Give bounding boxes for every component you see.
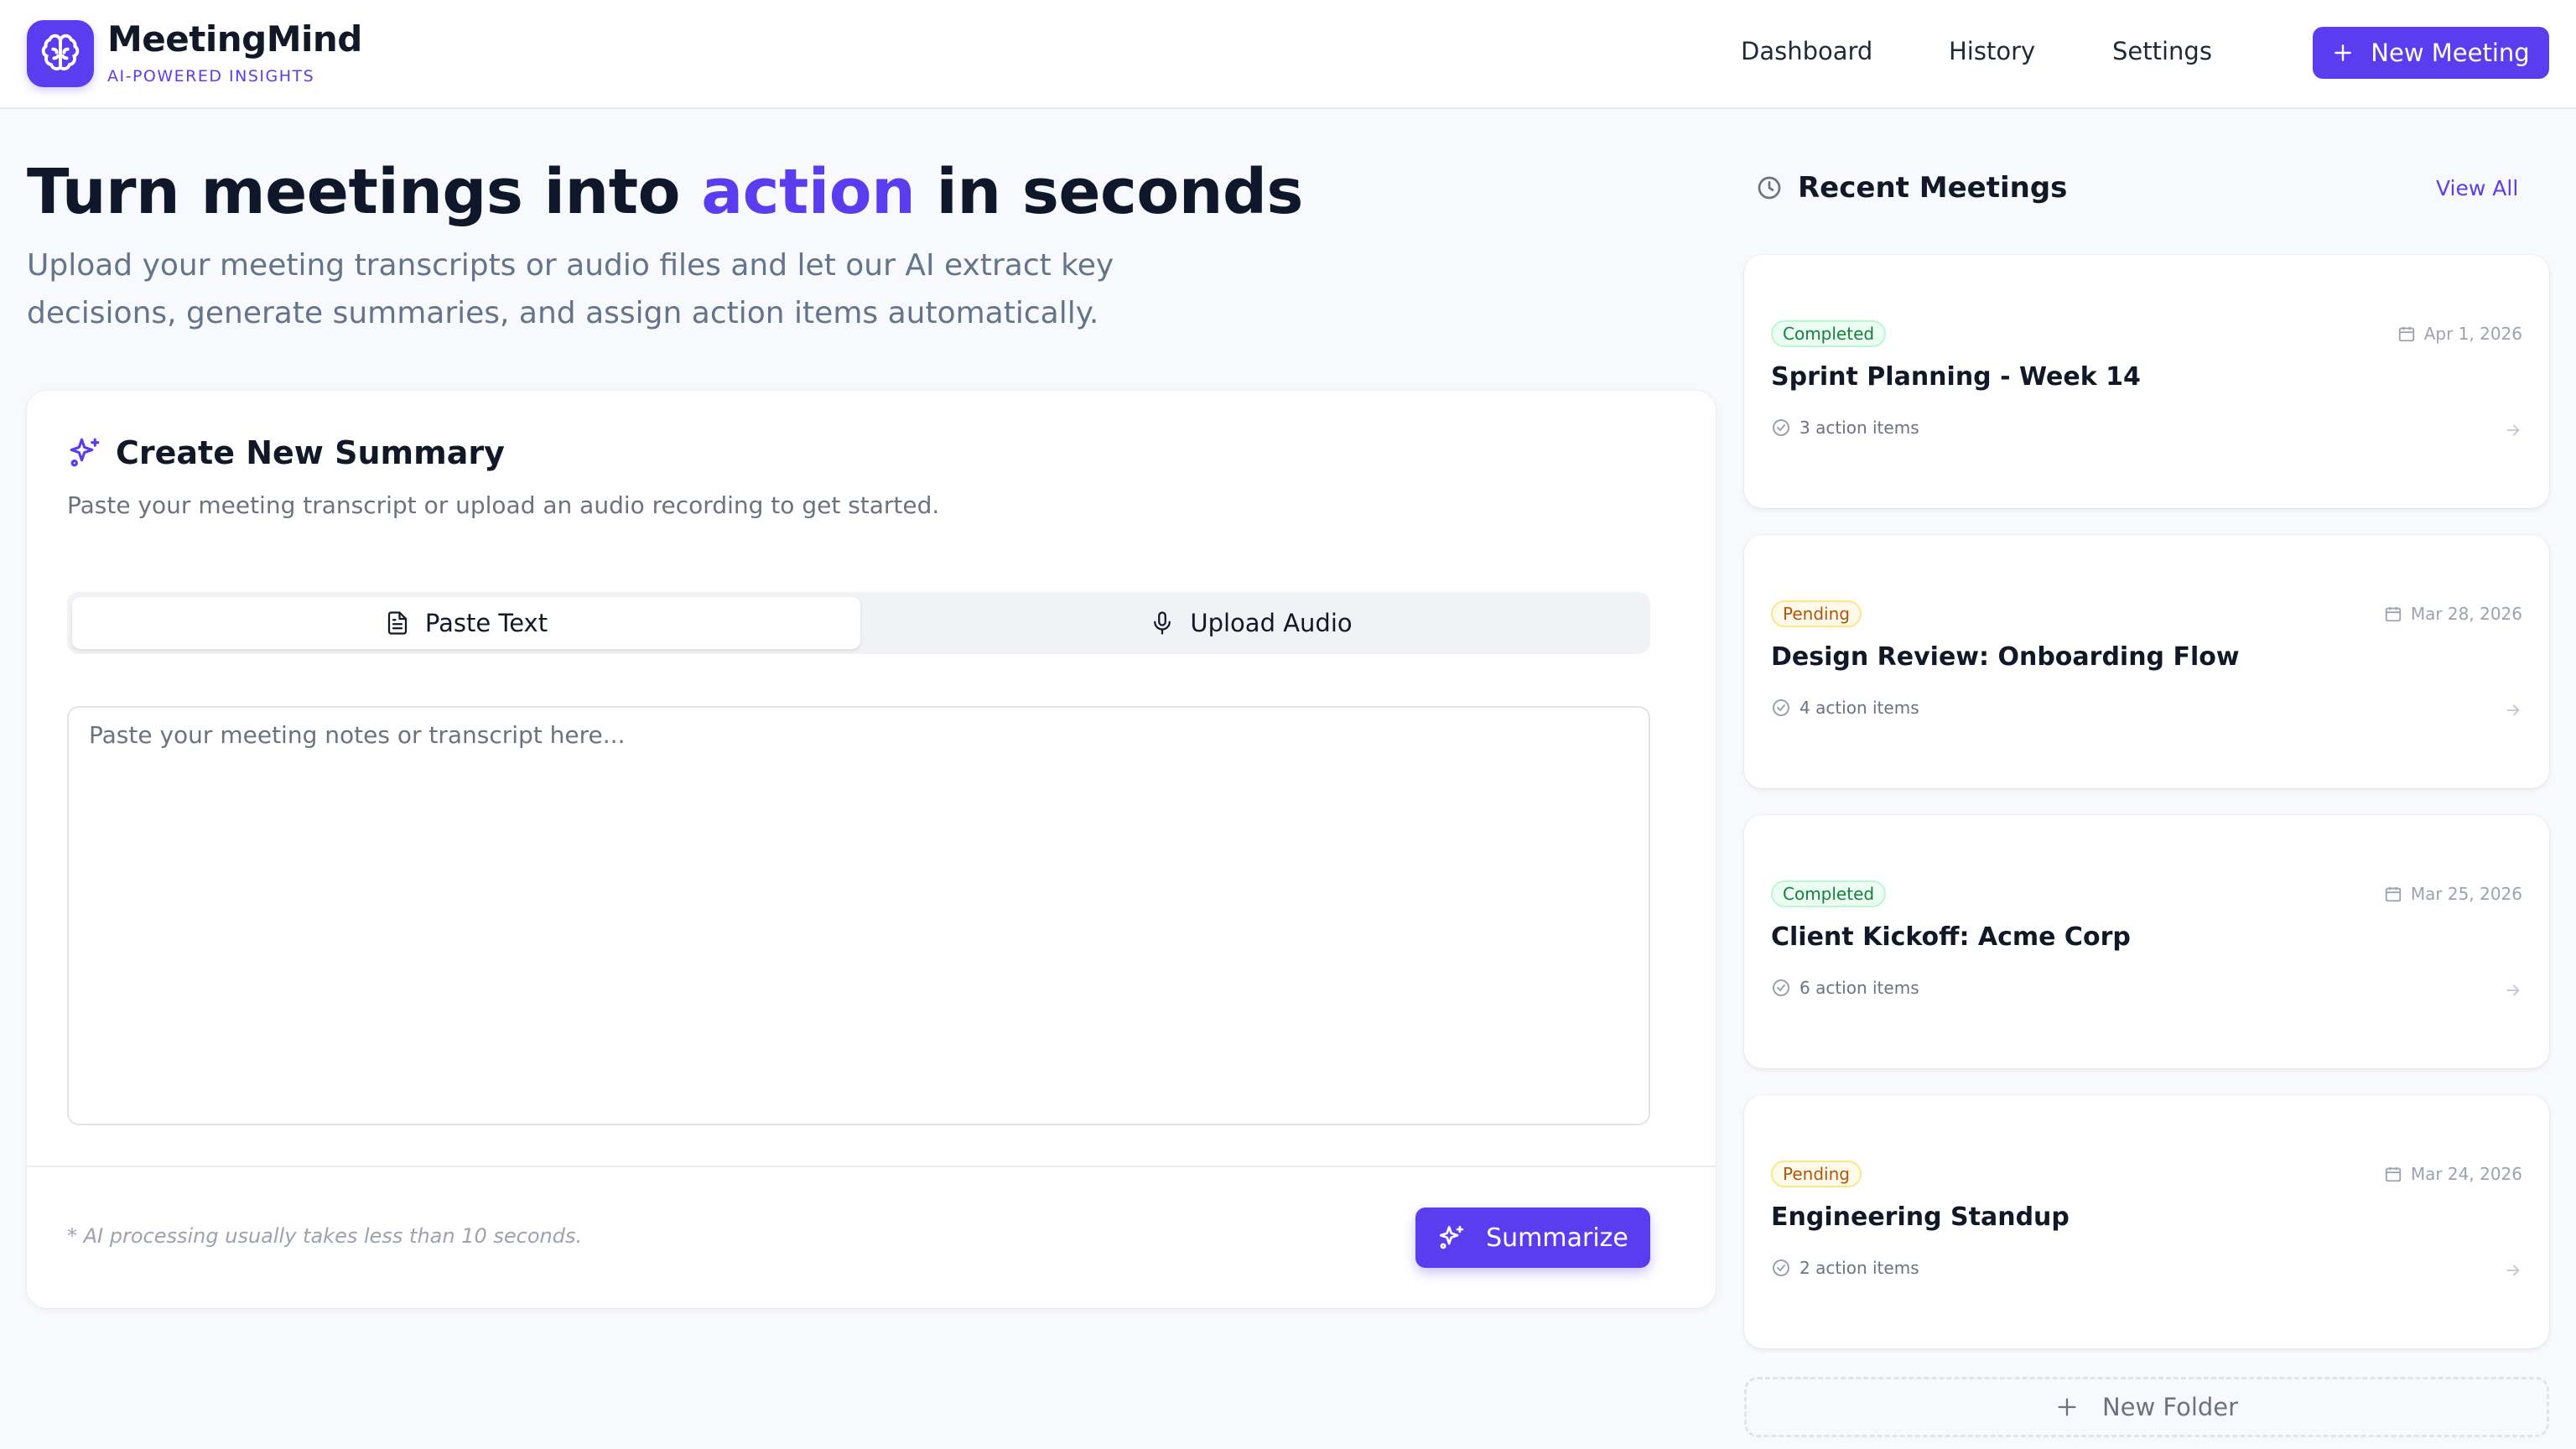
check-circle-icon bbox=[1771, 418, 1791, 438]
action-items-count: 2 action items bbox=[1771, 1258, 1919, 1278]
sparkles-icon bbox=[1437, 1223, 1466, 1252]
recent-meetings-title: Recent Meetings bbox=[1798, 171, 2068, 205]
sparkles-icon bbox=[67, 435, 102, 470]
meeting-title: Sprint Planning - Week 14 bbox=[1771, 362, 2141, 392]
tab-upload-audio[interactable]: Upload Audio bbox=[857, 597, 1645, 649]
action-items-count: 6 action items bbox=[1771, 978, 1919, 998]
calendar-icon bbox=[2384, 1165, 2402, 1183]
check-circle-icon bbox=[1771, 978, 1791, 998]
status-badge: Pending bbox=[1771, 600, 1862, 627]
new-folder-label: New Folder bbox=[2101, 1393, 2239, 1421]
meeting-title: Engineering Standup bbox=[1771, 1202, 2070, 1232]
recent-meetings-header: Recent Meetings bbox=[1756, 171, 2067, 205]
hero-title: Turn meetings into action in seconds bbox=[27, 156, 1303, 228]
meeting-date-text: Mar 28, 2026 bbox=[2410, 604, 2522, 624]
meeting-title: Design Review: Onboarding Flow bbox=[1771, 642, 2240, 672]
action-items-text: 4 action items bbox=[1800, 698, 1919, 718]
action-items-text: 3 action items bbox=[1800, 418, 1919, 438]
meeting-title: Client Kickoff: Acme Corp bbox=[1771, 922, 2131, 952]
transcript-input[interactable] bbox=[67, 706, 1650, 1125]
top-header: MeetingMind AI-POWERED INSIGHTS Dashboar… bbox=[0, 0, 2576, 109]
card-header: Create New Summary bbox=[67, 434, 505, 471]
calendar-icon bbox=[2384, 885, 2402, 903]
meeting-card[interactable]: Pending Mar 24, 2026 Engineering Standup… bbox=[1744, 1095, 2549, 1348]
clock-icon bbox=[1756, 174, 1783, 201]
meeting-date-text: Mar 25, 2026 bbox=[2410, 884, 2522, 904]
microphone-icon bbox=[1150, 610, 1175, 636]
hero-title-accent: action bbox=[701, 156, 916, 228]
card-title: Create New Summary bbox=[116, 434, 505, 471]
plus-icon bbox=[2332, 42, 2354, 64]
status-badge: Completed bbox=[1771, 880, 1887, 907]
meeting-card[interactable]: Pending Mar 28, 2026 Design Review: Onbo… bbox=[1744, 535, 2549, 788]
hero-subtitle: Upload your meeting transcripts or audio… bbox=[27, 248, 1114, 330]
arrow-right-icon bbox=[2504, 701, 2522, 719]
nav-dashboard[interactable]: Dashboard bbox=[1741, 37, 1872, 65]
create-summary-card: Create New Summary Paste your meeting tr… bbox=[27, 391, 1716, 1308]
summarize-label: Summarize bbox=[1486, 1223, 1628, 1253]
check-circle-icon bbox=[1771, 698, 1791, 718]
card-divider bbox=[27, 1166, 1716, 1167]
meeting-date: Mar 24, 2026 bbox=[2384, 1164, 2522, 1184]
meeting-card[interactable]: Completed Mar 25, 2026 Client Kickoff: A… bbox=[1744, 815, 2549, 1068]
tab-paste-text-label: Paste Text bbox=[424, 609, 548, 637]
status-badge: Completed bbox=[1771, 320, 1887, 347]
hero-title-start: Turn meetings into bbox=[27, 156, 702, 228]
nav-settings[interactable]: Settings bbox=[2112, 37, 2212, 65]
meeting-date: Mar 25, 2026 bbox=[2384, 884, 2522, 904]
new-meeting-label: New Meeting bbox=[2371, 39, 2530, 67]
summarize-button[interactable]: Summarize bbox=[1415, 1208, 1650, 1268]
meeting-card[interactable]: Completed Apr 1, 2026 Sprint Planning - … bbox=[1744, 255, 2549, 508]
card-description: Paste your meeting transcript or upload … bbox=[67, 491, 940, 519]
processing-note: * AI processing usually takes less than … bbox=[67, 1224, 583, 1248]
app-tagline: AI-POWERED INSIGHTS bbox=[107, 67, 315, 86]
calendar-icon bbox=[2384, 605, 2402, 623]
action-items-text: 6 action items bbox=[1800, 978, 1919, 998]
action-items-count: 4 action items bbox=[1771, 698, 1919, 718]
status-badge: Pending bbox=[1771, 1161, 1862, 1187]
calendar-icon bbox=[2397, 325, 2416, 343]
tab-paste-text[interactable]: Paste Text bbox=[72, 597, 860, 649]
nav-history[interactable]: History bbox=[1949, 37, 2035, 65]
action-items-count: 3 action items bbox=[1771, 418, 1919, 438]
tab-upload-audio-label: Upload Audio bbox=[1190, 609, 1353, 637]
document-icon bbox=[385, 610, 410, 636]
view-all-link[interactable]: View All bbox=[2436, 176, 2518, 200]
arrow-right-icon bbox=[2504, 981, 2522, 1000]
hero-title-end: in seconds bbox=[915, 156, 1304, 228]
app-name: MeetingMind bbox=[107, 18, 362, 60]
meeting-date: Mar 28, 2026 bbox=[2384, 604, 2522, 624]
new-meeting-button[interactable]: New Meeting bbox=[2313, 27, 2549, 79]
new-folder-button[interactable]: New Folder bbox=[1744, 1377, 2549, 1437]
plus-icon bbox=[2055, 1395, 2079, 1419]
meeting-date-text: Mar 24, 2026 bbox=[2410, 1164, 2522, 1184]
check-circle-icon bbox=[1771, 1258, 1791, 1278]
meeting-date-text: Apr 1, 2026 bbox=[2423, 324, 2522, 344]
brain-logo-icon[interactable] bbox=[27, 20, 94, 87]
action-items-text: 2 action items bbox=[1800, 1258, 1919, 1278]
meeting-date: Apr 1, 2026 bbox=[2397, 324, 2522, 344]
arrow-right-icon bbox=[2504, 1261, 2522, 1280]
input-mode-tabs: Paste Text Upload Audio bbox=[67, 592, 1650, 654]
arrow-right-icon bbox=[2504, 421, 2522, 439]
